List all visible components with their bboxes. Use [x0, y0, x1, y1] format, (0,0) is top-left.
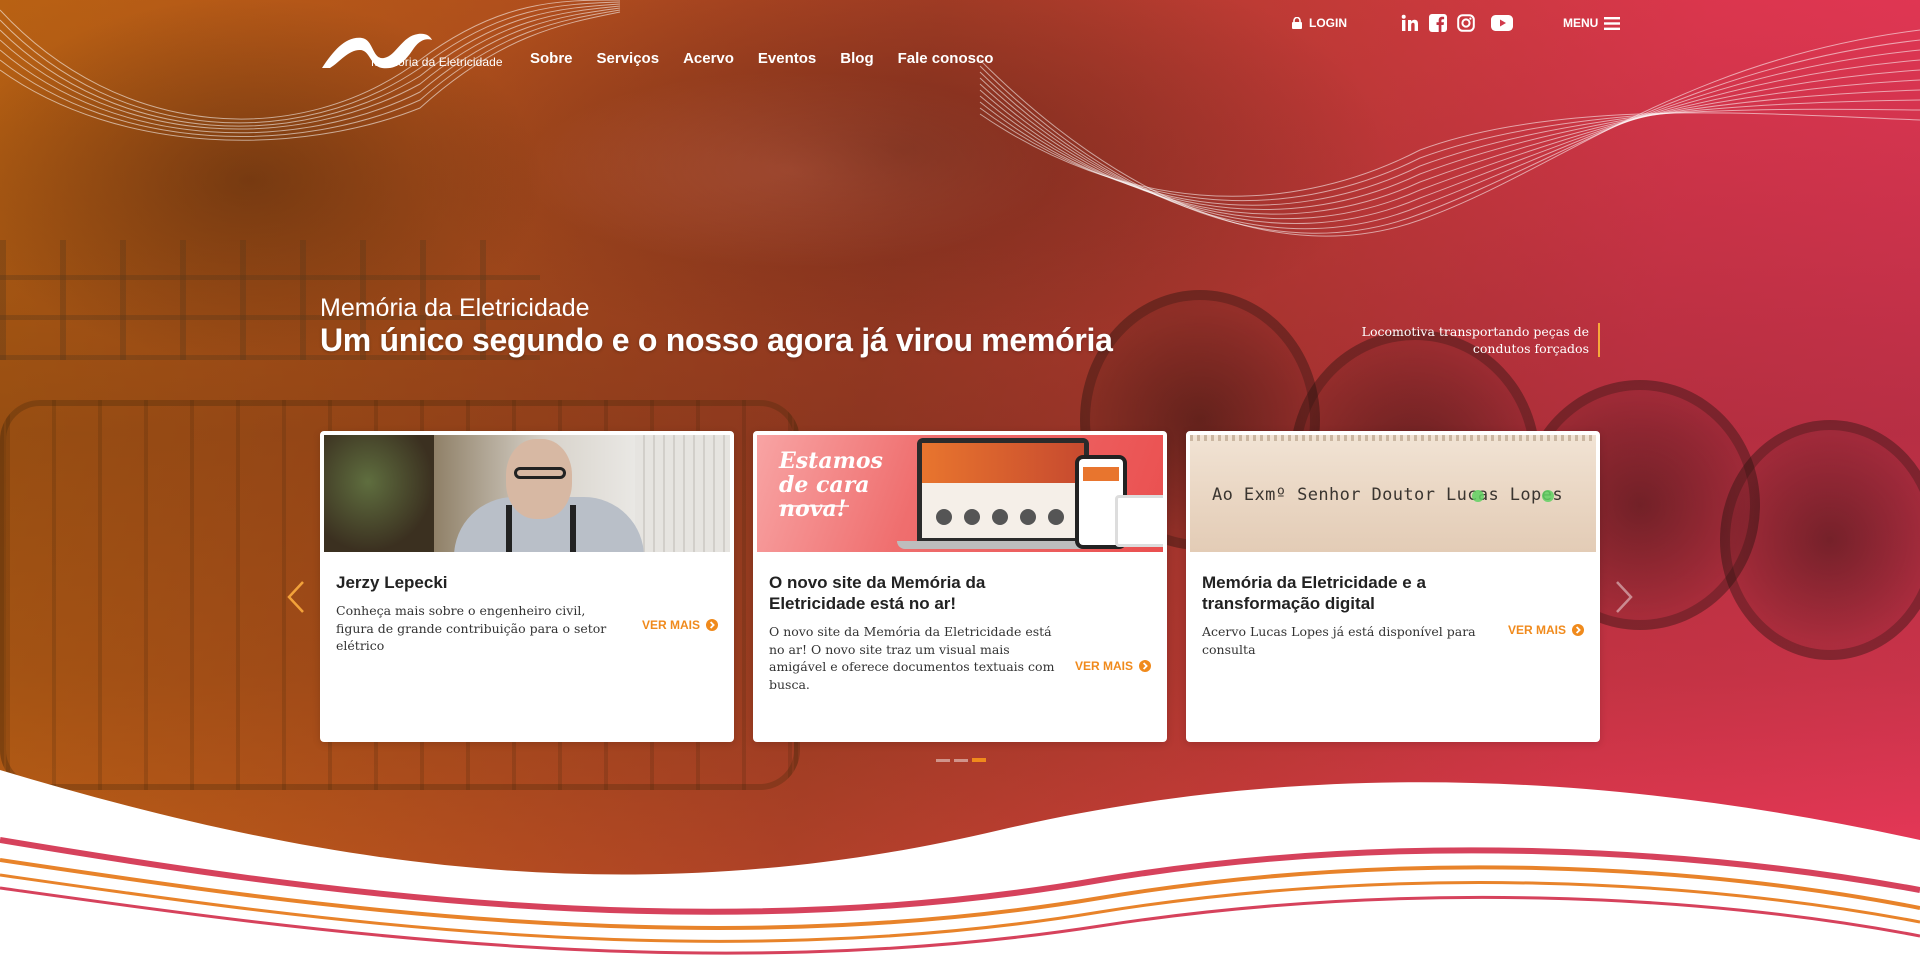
site-logo[interactable]: Memória da Eletricidade	[322, 30, 503, 72]
carousel-prev-arrow-icon[interactable]	[286, 580, 306, 614]
card-title: O novo site da Memória da Eletricidade e…	[769, 573, 986, 613]
news-card[interactable]: Jerzy Lepecki Conheça mais sobre o engen…	[320, 431, 734, 742]
nav-servicos[interactable]: Serviços	[597, 50, 660, 67]
card-thumbnail-typewritten-letter: Ao Exmº Senhor Doutor Lucas Lopes	[1190, 435, 1596, 552]
nav-eventos[interactable]: Eventos	[758, 50, 816, 67]
hero-headline: Um único segundo e o nosso agora já viro…	[320, 322, 1113, 358]
carousel-dot-active[interactable]	[972, 758, 986, 762]
social-links	[1401, 14, 1513, 32]
thumb-text: Ao Exmº Senhor Doutor Lucas Lopes	[1212, 485, 1563, 505]
card-ver-mais-link[interactable]: VER MAIS	[1508, 623, 1584, 637]
ver-mais-label: VER MAIS	[1074, 659, 1133, 673]
card-thumbnail-portrait	[324, 435, 730, 552]
photo-caption: Locomotiva transportando peças de condut…	[1340, 323, 1600, 357]
card-thumbnail-site-mockup: Estamos de cara nova!	[757, 435, 1163, 552]
nav-blog[interactable]: Blog	[840, 50, 873, 67]
news-card[interactable]: Ao Exmº Senhor Doutor Lucas Lopes Memóri…	[1186, 431, 1600, 742]
instagram-icon[interactable]	[1457, 14, 1475, 32]
thumb-text: Estamos de cara nova!	[779, 448, 883, 522]
youtube-icon[interactable]	[1491, 15, 1513, 31]
decorative-waves-bottom	[0, 770, 1920, 963]
nav-acervo[interactable]: Acervo	[683, 50, 734, 67]
linkedin-icon[interactable]	[1401, 14, 1419, 32]
login-link[interactable]: LOGIN	[1292, 16, 1347, 30]
card-title: Memória da Eletricidade e a transformaçã…	[1202, 573, 1426, 613]
card-title: Jerzy Lepecki	[336, 573, 448, 592]
login-label: LOGIN	[1309, 16, 1347, 30]
facebook-icon[interactable]	[1429, 14, 1447, 32]
news-card[interactable]: Estamos de cara nova! O novo site da Mem…	[753, 431, 1167, 742]
card-ver-mais-link[interactable]: VER MAIS	[1075, 659, 1151, 673]
lock-icon	[1292, 17, 1302, 29]
hamburger-icon	[1604, 16, 1621, 30]
card-text: O novo site da Memória da Eletricidade e…	[769, 624, 1055, 692]
carousel-dot[interactable]	[954, 758, 968, 762]
carousel-indicators	[936, 758, 986, 762]
card-ver-mais-link[interactable]: VER MAIS	[642, 618, 718, 632]
arrow-circle-right-icon	[1139, 660, 1151, 672]
utility-bar: LOGIN MENU	[1292, 14, 1621, 32]
nav-sobre[interactable]: Sobre	[530, 50, 573, 67]
nav-fale-conosco[interactable]: Fale conosco	[898, 50, 994, 67]
hero-kicker: Memória da Eletricidade	[320, 294, 590, 322]
ver-mais-label: VER MAIS	[1507, 623, 1566, 637]
logo-text: Memória da Eletricidade	[371, 55, 503, 69]
main-nav: Sobre Serviços Acervo Eventos Blog Fale …	[530, 50, 1017, 67]
menu-label: MENU	[1563, 16, 1599, 30]
arrow-circle-right-icon	[706, 619, 718, 631]
carousel-dot[interactable]	[936, 758, 950, 762]
ver-mais-label: VER MAIS	[641, 618, 700, 632]
carousel-next-arrow-icon[interactable]	[1614, 580, 1634, 614]
card-text: Acervo Lucas Lopes já está disponível pa…	[1202, 624, 1476, 657]
menu-button[interactable]: MENU	[1563, 16, 1621, 30]
card-text: Conheça mais sobre o engenheiro civil, f…	[336, 603, 607, 653]
arrow-circle-right-icon	[1572, 624, 1584, 636]
